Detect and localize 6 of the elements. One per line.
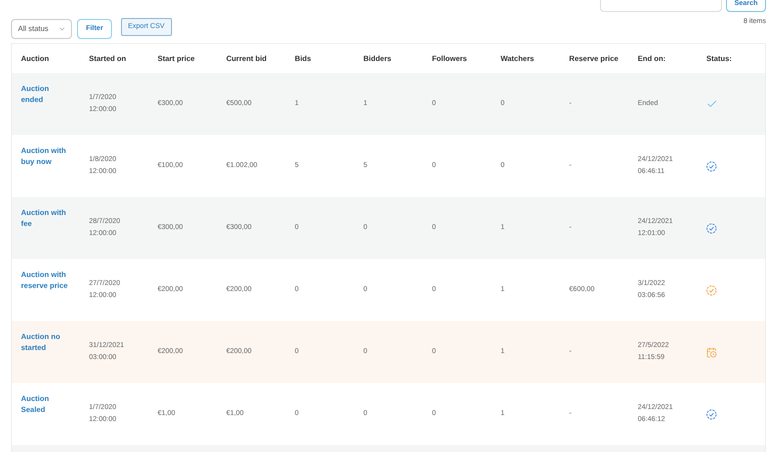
dashed-check-circle-icon (706, 160, 718, 172)
check-icon (706, 98, 718, 110)
dashed-check-circle-icon (706, 408, 718, 420)
calendar-clock-icon (706, 346, 718, 358)
dashed-check-circle-icon (706, 284, 718, 296)
dashed-check-circle-icon (706, 222, 718, 234)
